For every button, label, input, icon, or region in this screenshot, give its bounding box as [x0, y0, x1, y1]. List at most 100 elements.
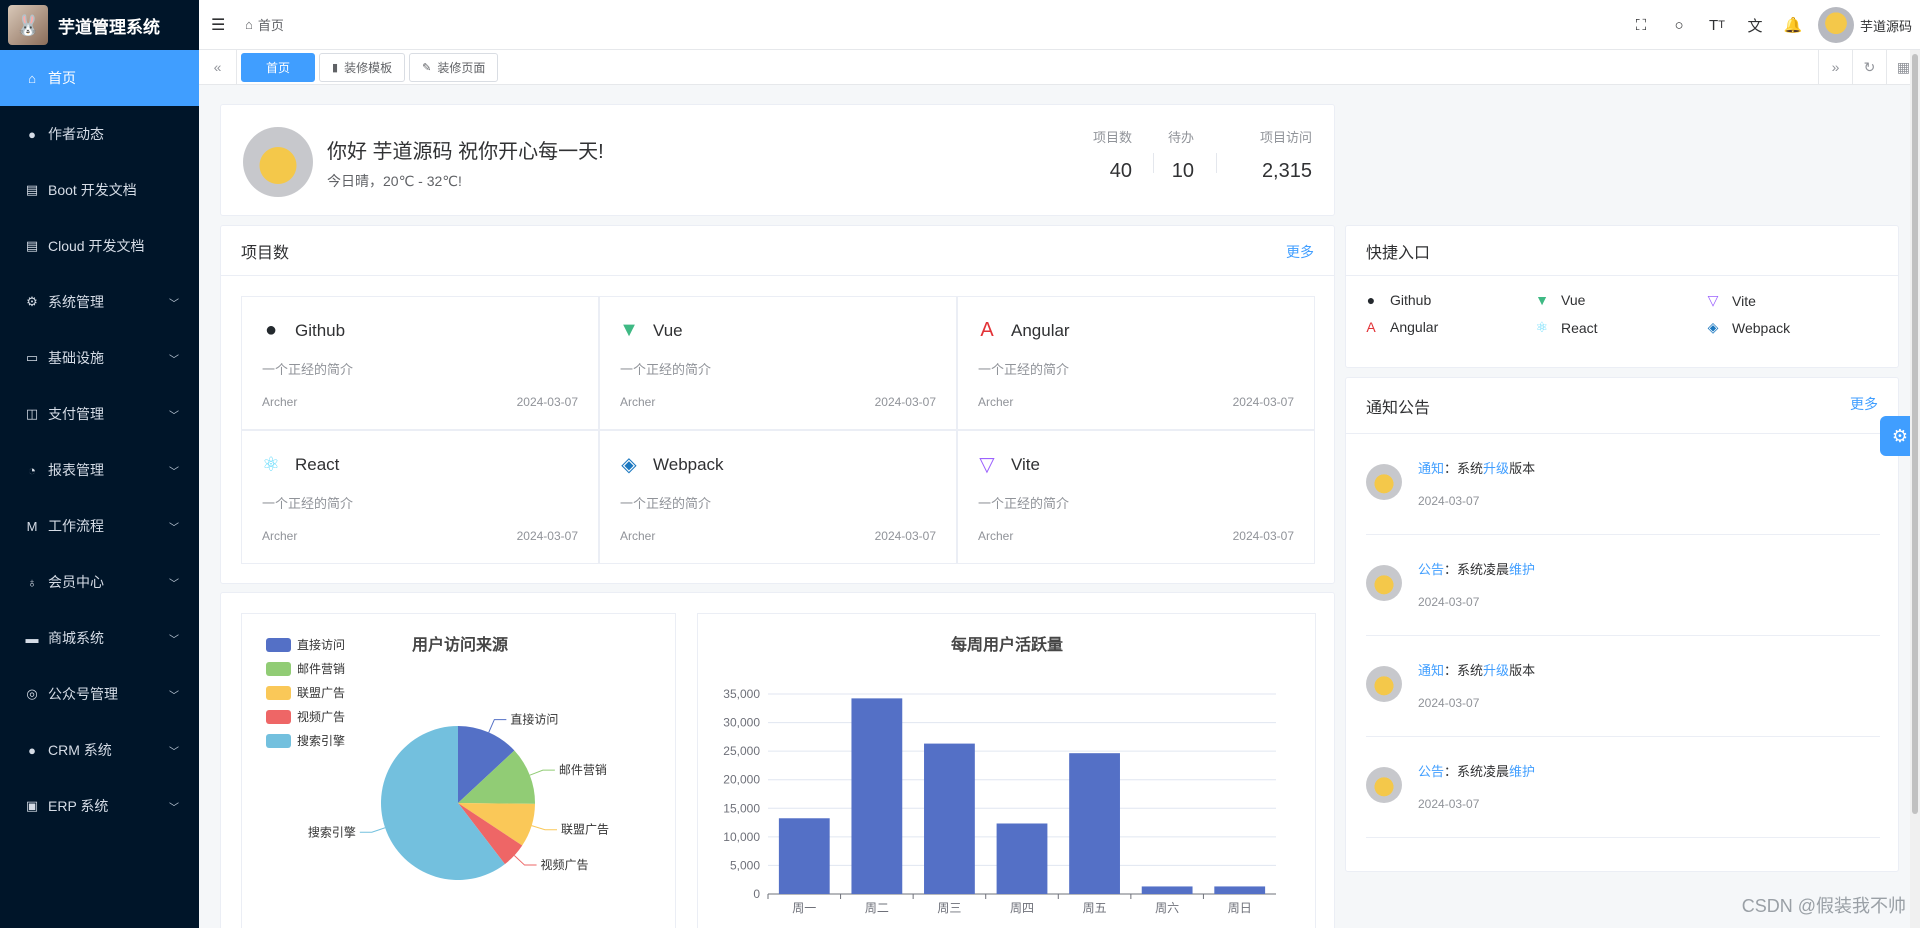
legend-swatch[interactable] — [266, 638, 291, 652]
notice-more-link[interactable]: 更多 — [1850, 394, 1878, 414]
sidebar-item-6[interactable]: ◫ 支付管理 ﹀ — [0, 386, 199, 442]
search-icon[interactable]: ○ — [1660, 0, 1698, 50]
stat-value: 10 — [1171, 160, 1194, 182]
project-card[interactable]: ● Github 一个正经的简介 Archer 2024-03-07 — [241, 296, 599, 430]
chevron-down-icon: ﹀ — [169, 634, 179, 646]
notice-text: 通知：系统升级版本 — [1418, 660, 1535, 679]
quick-entry-item[interactable]: ▽ Vite — [1704, 292, 1756, 309]
chevron-down-icon: ﹀ — [169, 410, 179, 422]
menu-toggle-icon[interactable]: ☰ — [211, 15, 227, 35]
legend-swatch[interactable] — [266, 686, 291, 700]
quick-entry-item[interactable]: ▼ Vue — [1533, 292, 1585, 308]
quick-entry-item[interactable]: ⚛ React — [1533, 319, 1598, 336]
projects-header: 项目数 更多 — [221, 226, 1334, 276]
y-tick-label: 10,000 — [723, 830, 760, 844]
tabs-scroll-right-icon[interactable]: » — [1818, 50, 1852, 84]
x-tick-label: 周二 — [865, 901, 889, 915]
legend-label[interactable]: 视频广告 — [297, 709, 345, 724]
bar[interactable] — [851, 698, 903, 894]
sidebar-item-1[interactable]: ● 作者动态 — [0, 106, 199, 162]
tab-0[interactable]: 首页 — [241, 52, 316, 82]
quick-entry-item[interactable]: ◈ Webpack — [1704, 319, 1791, 336]
sidebar-item-0[interactable]: ⌂ 首页 — [0, 50, 199, 106]
bell-icon[interactable]: 🔔 — [1774, 0, 1812, 50]
breadcrumb-item[interactable]: 首页 — [258, 15, 284, 34]
legend-label[interactable]: 直接访问 — [297, 637, 345, 652]
project-desc: 一个正经的简介 — [262, 496, 354, 511]
sidebar-item-9[interactable]: ♁ 会员中心 ﹀ — [0, 554, 199, 610]
pie-chart: 用户访问来源直接访问邮件营销联盟广告视频广告搜索引擎直接访问邮件营销联盟广告视频… — [266, 635, 609, 880]
pie-label: 搜索引擎 — [308, 824, 356, 839]
project-card[interactable]: ▽ Vite 一个正经的简介 Archer 2024-03-07 — [957, 430, 1315, 564]
bar[interactable] — [996, 823, 1048, 894]
sidebar-item-11[interactable]: ◎ 公众号管理 ﹀ — [0, 666, 199, 722]
refresh-icon[interactable]: ↻ — [1852, 50, 1886, 84]
compass-icon: ◎ — [26, 686, 38, 701]
bar[interactable] — [924, 743, 975, 894]
project-name[interactable]: Angular — [1011, 321, 1070, 341]
bar[interactable] — [1069, 753, 1120, 894]
project-card[interactable]: A Angular 一个正经的简介 Archer 2024-03-07 — [957, 296, 1315, 430]
notice-type[interactable]: 公告 — [1418, 562, 1444, 577]
scrollbar-thumb[interactable] — [1912, 54, 1918, 814]
stat-todo: 待办 10 — [1168, 127, 1194, 183]
notice-type[interactable]: 通知 — [1418, 663, 1444, 678]
bar[interactable] — [1214, 886, 1266, 894]
notice-item[interactable]: 公告：系统凌晨维护 2024-03-07 — [1366, 737, 1880, 838]
legend-label[interactable]: 邮件营销 — [297, 662, 345, 676]
page-scrollbar[interactable] — [1910, 50, 1920, 928]
tabs-bar: « 首页 ▮ 装修模板 ✎ 装修页面 » ↻ ▦ — [199, 50, 1920, 85]
sidebar-item-3[interactable]: ▤ Cloud 开发文档 — [0, 218, 199, 274]
project-desc: 一个正经的简介 — [978, 362, 1070, 377]
notice-item[interactable]: 通知：系统升级版本 2024-03-07 — [1366, 434, 1880, 535]
sidebar-item-12[interactable]: ● CRM 系统 ﹀ — [0, 722, 199, 778]
notice-type[interactable]: 通知 — [1418, 461, 1444, 476]
fullscreen-icon[interactable]: ⛶ — [1622, 0, 1660, 50]
notice-pre: 系统凌晨 — [1457, 562, 1510, 577]
project-date: 2024-03-07 — [516, 529, 578, 543]
document-icon: ▤ — [25, 238, 39, 253]
legend-label[interactable]: 联盟广告 — [297, 686, 345, 700]
notice-item[interactable]: 通知：系统升级版本 2024-03-07 — [1366, 636, 1880, 737]
legend-label[interactable]: 搜索引擎 — [297, 733, 345, 748]
quick-entry-item[interactable]: A Angular — [1362, 319, 1438, 335]
project-card[interactable]: ▼ Vue 一个正经的简介 Archer 2024-03-07 — [599, 296, 957, 430]
bar[interactable] — [778, 818, 830, 894]
bar[interactable] — [1141, 886, 1193, 894]
sidebar-item-8[interactable]: M 工作流程 ﹀ — [0, 498, 199, 554]
sidebar-item-7[interactable]: ◔ 报表管理 ﹀ — [0, 442, 199, 498]
legend-swatch[interactable] — [266, 734, 291, 748]
project-name[interactable]: Vue — [653, 321, 683, 341]
font-size-icon[interactable]: TT — [1698, 0, 1736, 50]
project-name[interactable]: Github — [295, 321, 345, 341]
sidebar-item-13[interactable]: ▣ ERP 系统 ﹀ — [0, 778, 199, 834]
project-name[interactable]: Webpack — [653, 455, 724, 475]
tab-1[interactable]: ▮ 装修模板 — [319, 52, 406, 82]
projects-more-link[interactable]: 更多 — [1286, 242, 1314, 262]
notice-type[interactable]: 公告 — [1418, 764, 1444, 779]
project-card[interactable]: ⚛ React 一个正经的简介 Archer 2024-03-07 — [241, 430, 599, 564]
breadcrumb: ⌂ 首页 — [245, 15, 284, 34]
tab-2[interactable]: ✎ 装修页面 — [409, 52, 499, 82]
project-desc: 一个正经的简介 — [620, 496, 712, 511]
legend-swatch[interactable] — [266, 662, 291, 676]
notice-item[interactable]: 公告：系统凌晨维护 2024-03-07 — [1366, 535, 1880, 636]
project-author: Archer — [978, 529, 1014, 543]
project-name[interactable]: Vite — [1011, 455, 1040, 475]
sidebar-item-2[interactable]: ▤ Boot 开发文档 — [0, 162, 199, 218]
sidebar-item-5[interactable]: ▭ 基础设施 ﹀ — [0, 330, 199, 386]
project-card[interactable]: ◈ Webpack 一个正经的简介 Archer 2024-03-07 — [599, 430, 957, 564]
translate-icon[interactable]: 文 — [1736, 0, 1774, 50]
chevron-down-icon: ﹀ — [169, 746, 179, 758]
pie-label-line — [529, 769, 555, 776]
user-menu[interactable]: 芋道源码 — [1817, 7, 1912, 43]
legend-swatch[interactable] — [266, 710, 291, 724]
quick-entry-item[interactable]: ● Github — [1362, 292, 1431, 308]
github-icon: ● — [1366, 292, 1376, 308]
sidebar-item-10[interactable]: ▬ 商城系统 ﹀ — [0, 610, 199, 666]
app-logo[interactable]: 🐰 芋道管理系统 — [0, 0, 199, 50]
sidebar-item-4[interactable]: ⚙ 系统管理 ﹀ — [0, 274, 199, 330]
project-name[interactable]: React — [295, 455, 339, 475]
tabs-scroll-left-icon[interactable]: « — [199, 50, 237, 84]
notice-sep: ： — [1444, 663, 1458, 678]
